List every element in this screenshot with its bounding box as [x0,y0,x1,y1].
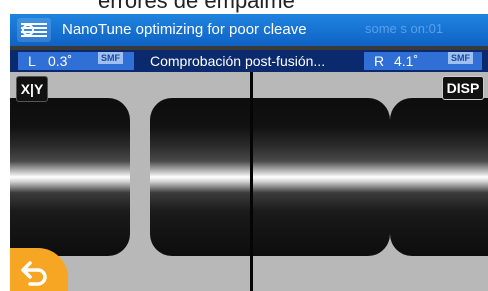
screen-title: NanoTune optimizing for poor cleave [62,21,307,38]
right-label: R [374,53,385,69]
caption-strip: errores de empalme [0,0,488,14]
fiber-logo-icon [17,18,51,42]
right-fiber-info: R 4.1˚ SMF [364,52,482,70]
faded-status-text: some s on:01 [365,21,444,36]
xy-view-button[interactable]: X|Y [16,76,48,102]
left-fiber-type: SMF [98,52,123,64]
left-label: L [28,53,36,69]
fiber-core-view [150,98,390,256]
view-divider [250,72,253,291]
title-bar: NanoTune optimizing for poor cleave some… [10,14,488,46]
back-arrow-icon [21,261,47,286]
fiber-camera-view: X|Y DISP [10,72,488,291]
left-fiber-end-x [10,98,130,256]
left-fiber-info: L 0.3˚ SMF [18,52,134,70]
display-button[interactable]: DISP [442,76,484,100]
right-fiber-type: SMF [448,52,473,64]
fiber-status-bar: L 0.3˚ SMF Comprobación post-fusión... R… [10,50,488,72]
left-angle: 0.3˚ [48,53,73,69]
process-status: Comprobación post-fusión... [150,53,326,69]
caption-text: errores de empalme [98,0,295,13]
right-angle: 4.1˚ [394,53,419,69]
splicer-screen: NanoTune optimizing for poor cleave some… [10,14,488,291]
right-fiber-end [390,98,488,256]
